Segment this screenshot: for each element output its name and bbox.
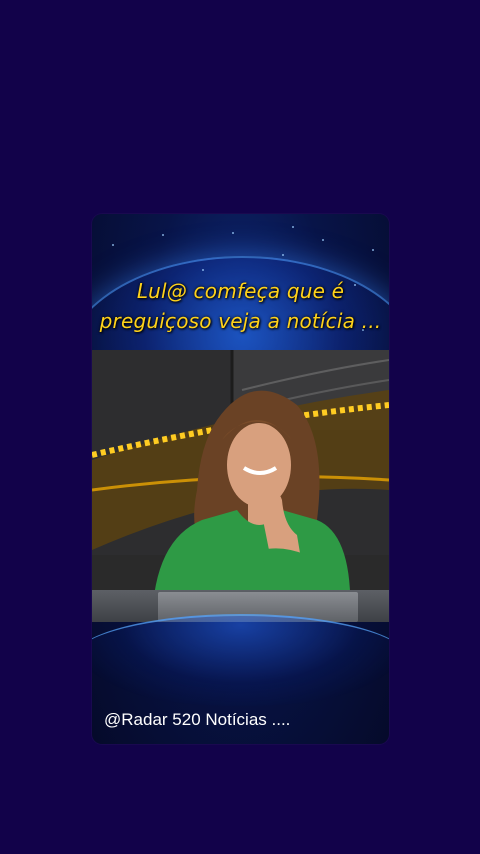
presenter-figure xyxy=(152,390,351,622)
story-page: Lul@ comfeça que é preguiçoso veja a not… xyxy=(0,0,480,854)
video-frame[interactable] xyxy=(92,350,389,622)
channel-caption[interactable]: @Radar 520 Notícias .... xyxy=(104,709,290,731)
headline-line-2: preguiçoso veja a notícia ... xyxy=(99,309,382,333)
floor-glow-graphic xyxy=(92,614,389,706)
headline-line-1: Lul@ comfeça que é xyxy=(136,279,345,303)
headline-text: Lul@ comfeça que é preguiçoso veja a not… xyxy=(92,276,389,336)
video-post-card[interactable]: Lul@ comfeça que é preguiçoso veja a not… xyxy=(92,214,389,744)
